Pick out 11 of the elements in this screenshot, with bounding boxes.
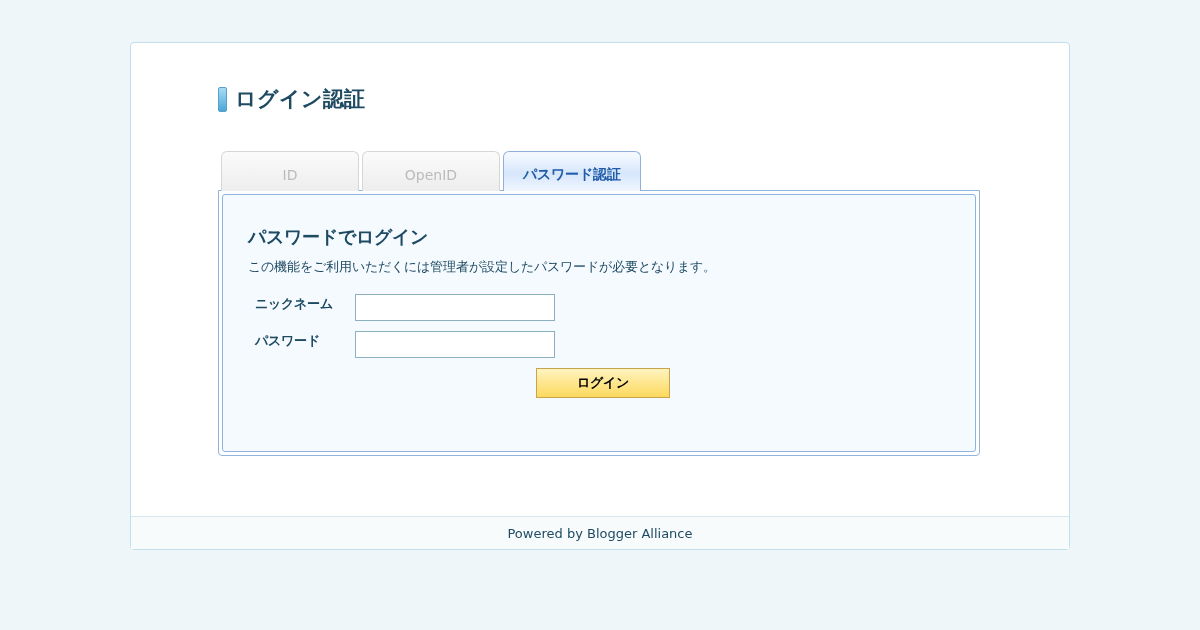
input-field[interactable] (355, 294, 555, 321)
login-button[interactable]: ログイン (536, 368, 670, 398)
field-label: パスワード (255, 332, 321, 350)
input-field[interactable] (355, 331, 555, 358)
footer-text: Powered by Blogger Alliance (131, 516, 1069, 549)
page-title: ログイン認証 (235, 86, 365, 113)
field-label: ニックネーム (255, 295, 334, 313)
title-bar-icon (218, 86, 227, 112)
panel-heading: パスワードでログイン (248, 225, 429, 249)
panel-description: この機能をご利用いただくには管理者が設定したパスワードが必要となります。 (248, 259, 717, 276)
tab[interactable]: パスワード認証 (503, 151, 641, 191)
